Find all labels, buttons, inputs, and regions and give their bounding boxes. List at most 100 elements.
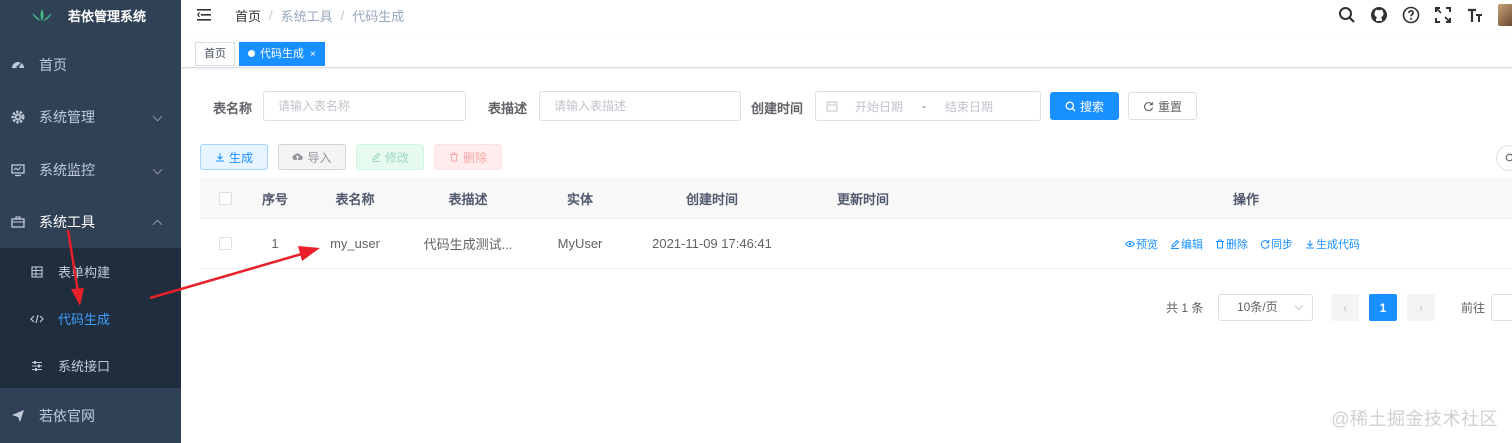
cell-table-desc: 代码生成测试...	[423, 237, 513, 252]
breadcrumb-system-tools[interactable]: 系统工具	[281, 6, 333, 25]
chevron-up-icon	[152, 219, 163, 230]
cell-table-name: my_user	[330, 236, 380, 251]
app-logo[interactable]: 若依管理系统	[0, 0, 181, 30]
tag-code-gen[interactable]: 代码生成 ×	[239, 42, 325, 66]
refresh-icon	[1260, 239, 1270, 249]
col-create-time: 创建时间	[685, 191, 738, 207]
edit-button-label: 修改	[384, 150, 409, 165]
sidebar: 若依管理系统 首页 系统管理 系统监控 系统工具 表单构建 代码生成 系统接口 …	[0, 0, 181, 443]
gear-icon	[11, 110, 25, 124]
reset-button-label: 重置	[1157, 99, 1182, 114]
edit-icon	[1170, 239, 1180, 249]
generate-button[interactable]: 生成	[200, 144, 268, 170]
sidebar-item-label: 系统监控	[39, 162, 95, 178]
search-button[interactable]: 搜索	[1050, 92, 1119, 120]
hamburger-icon[interactable]	[197, 8, 213, 22]
edit-icon	[371, 152, 381, 162]
preview-link[interactable]: 预览	[1125, 236, 1158, 252]
search-icon	[1065, 101, 1076, 112]
tag-home[interactable]: 首页	[195, 42, 235, 66]
jump-input[interactable]	[1491, 294, 1512, 321]
github-icon[interactable]	[1370, 6, 1388, 24]
gen-table: 序号 表名称 表描述 实体 创建时间 更新时间 操作 1 my_user 代码生…	[200, 178, 1512, 269]
jump-label: 前往	[1461, 301, 1486, 315]
active-dot-icon	[248, 50, 255, 57]
prev-page-button[interactable]: ‹	[1331, 294, 1359, 321]
cell-index: 1	[271, 236, 279, 251]
col-entity: 实体	[566, 191, 593, 207]
breadcrumb-home[interactable]: 首页	[235, 6, 261, 25]
chevron-down-icon	[1294, 301, 1304, 311]
col-actions: 操作	[1232, 191, 1259, 207]
font-size-icon[interactable]	[1466, 6, 1484, 24]
fullscreen-icon[interactable]	[1434, 6, 1452, 24]
upload-cloud-icon	[292, 152, 304, 162]
select-all-checkbox[interactable]	[219, 192, 232, 205]
edit-button[interactable]: 修改	[356, 144, 424, 170]
chevron-down-icon	[152, 164, 163, 175]
trash-icon	[1215, 239, 1225, 249]
pagination-total: 共 1 条	[1166, 301, 1204, 315]
page-size-select[interactable]: 10条/页	[1218, 294, 1313, 321]
row-checkbox[interactable]	[219, 237, 232, 250]
toolbox-icon	[11, 215, 25, 229]
sidebar-item-label: 代码生成	[58, 312, 111, 327]
delete-label: 删除	[1226, 238, 1248, 251]
table-desc-label: 表描述	[488, 101, 528, 116]
sidebar-item-system-monitor[interactable]: 系统监控	[0, 144, 181, 196]
gen-code-link[interactable]: 生成代码	[1305, 236, 1360, 252]
search-icon[interactable]	[1338, 6, 1356, 24]
col-table-desc: 表描述	[448, 191, 488, 207]
table-header: 序号 表名称 表描述 实体 创建时间 更新时间 操作	[200, 178, 1512, 219]
sidebar-submenu-tools: 表单构建 代码生成 系统接口	[0, 248, 181, 388]
cell-entity: MyUser	[557, 236, 603, 251]
import-button[interactable]: 导入	[278, 144, 346, 170]
table-desc-input[interactable]: 请输入表描述	[539, 91, 741, 121]
sidebar-item-system-admin[interactable]: 系统管理	[0, 91, 181, 143]
sidebar-item-home[interactable]: 首页	[0, 39, 181, 91]
tags-view: 首页 代码生成 ×	[181, 34, 1512, 68]
page-1-button[interactable]: 1	[1369, 294, 1397, 321]
edit-label: 编辑	[1181, 238, 1203, 251]
sidebar-item-ruoyi-site[interactable]: 若依官网	[0, 390, 181, 442]
refresh-icon	[1143, 101, 1154, 112]
delete-button-label: 删除	[462, 150, 487, 165]
import-button-label: 导入	[307, 150, 332, 165]
sidebar-item-label: 若依官网	[39, 408, 95, 424]
edit-link[interactable]: 编辑	[1170, 236, 1203, 252]
gen-code-label: 生成代码	[1316, 238, 1360, 251]
table-name-input[interactable]: 请输入表名称	[263, 91, 466, 121]
date-range-picker[interactable]: 开始日期 - 结束日期	[815, 91, 1041, 121]
delete-button[interactable]: 删除	[434, 144, 502, 170]
sidebar-item-label: 表单构建	[58, 265, 111, 280]
close-icon[interactable]: ×	[310, 49, 316, 60]
search-toggle-icon[interactable]	[1496, 145, 1512, 171]
monitor-icon	[11, 163, 25, 177]
col-update-time: 更新时间	[836, 191, 889, 207]
delete-link[interactable]: 删除	[1215, 236, 1248, 252]
trash-icon	[449, 152, 459, 162]
sidebar-item-system-api[interactable]: 系统接口	[0, 342, 181, 389]
dashboard-icon	[11, 58, 25, 72]
sidebar-item-label: 首页	[39, 57, 67, 73]
help-icon[interactable]	[1402, 6, 1420, 24]
sidebar-item-label: 系统接口	[58, 359, 111, 374]
code-icon	[30, 312, 44, 326]
sidebar-item-code-gen[interactable]: 代码生成	[0, 295, 181, 342]
table-name-label: 表名称	[213, 101, 253, 116]
logo-icon	[32, 9, 52, 21]
table-row: 1 my_user 代码生成测试... MyUser 2021-11-09 17…	[200, 219, 1512, 269]
download-icon	[1305, 239, 1315, 249]
create-time-label: 创建时间	[751, 101, 804, 116]
start-date-input[interactable]: 开始日期	[855, 98, 903, 115]
reset-button[interactable]: 重置	[1128, 92, 1197, 120]
navbar: 首页 / 系统工具 / 代码生成	[181, 0, 1512, 30]
sidebar-item-form-builder[interactable]: 表单构建	[0, 248, 181, 295]
end-date-input[interactable]: 结束日期	[945, 98, 993, 115]
watermark: @稀土掘金技术社区	[1331, 409, 1498, 429]
avatar[interactable]	[1498, 4, 1512, 26]
sync-link[interactable]: 同步	[1260, 236, 1293, 252]
sidebar-item-system-tools[interactable]: 系统工具	[0, 196, 181, 248]
preview-label: 预览	[1136, 238, 1158, 251]
next-page-button[interactable]: ›	[1407, 294, 1435, 321]
